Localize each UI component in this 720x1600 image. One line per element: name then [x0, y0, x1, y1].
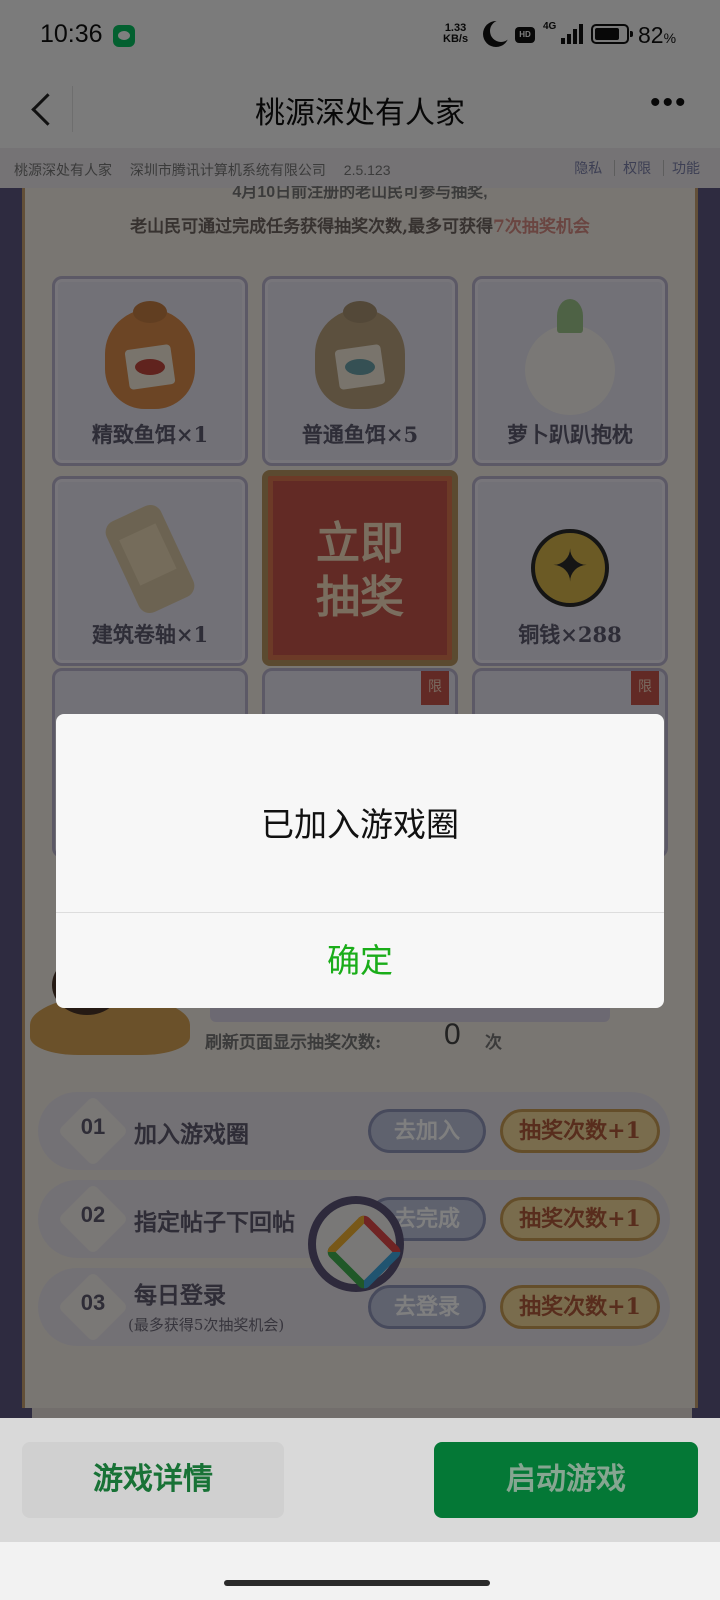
draw-now-button[interactable]: 立即 抽奖	[262, 470, 458, 666]
privacy-link[interactable]: 隐私	[566, 160, 610, 176]
network-speed-unit: KB/s	[443, 33, 469, 45]
limited-ribbon: 限	[631, 671, 659, 705]
task-number: 01	[80, 1114, 106, 1139]
more-options-icon[interactable]: •••	[650, 88, 690, 120]
app-name: 桃源深处有人家	[14, 162, 112, 178]
home-indicator[interactable]	[0, 1542, 720, 1600]
do-not-disturb-moon-icon	[490, 20, 512, 42]
battery-icon	[591, 24, 633, 44]
prize-copper-coins: 铜钱×288	[472, 476, 668, 666]
copper-coin-icon	[531, 529, 609, 607]
event-rules-note: 老山民可通过完成任务获得抽奖次数,最多可获得7次抽奖机会	[130, 217, 590, 237]
task-number: 03	[80, 1290, 106, 1315]
alert-dialog: 已加入游戏圈 确定	[56, 714, 664, 1008]
hd-icon: HD	[515, 27, 535, 43]
prize-fine-fish-bait: 精致鱼饵×1	[52, 276, 248, 466]
prize-label: 萝卜趴趴抱枕	[507, 422, 633, 447]
reward-badge: 抽奖次数+1	[500, 1285, 660, 1329]
bait-bag-icon	[105, 309, 195, 409]
join-circle-button[interactable]: 去加入	[368, 1109, 486, 1153]
login-button[interactable]: 去登录	[368, 1285, 486, 1329]
prize-building-scroll: 建筑卷轴×1	[52, 476, 248, 666]
prize-label: 建筑卷轴×1	[91, 622, 209, 647]
draw-count-value: 0	[444, 1018, 461, 1051]
refresh-count-label: 刷新页面显示抽奖次数:	[205, 1033, 382, 1053]
dialog-message: 已加入游戏圈	[261, 806, 459, 843]
prize-label: 普通鱼饵×5	[301, 422, 419, 447]
event-rules-line: 4月10日前注册的老山民可参与抽奖,	[232, 186, 488, 200]
draw-button-line1: 立即	[316, 518, 404, 569]
limited-ribbon: 限	[421, 671, 449, 705]
title-bar: 桃源深处有人家 •••	[0, 70, 720, 148]
prize-normal-fish-bait: 普通鱼饵×5	[262, 276, 458, 466]
network-speed: 1.33 KB/s	[443, 23, 468, 45]
app-version: 2.5.123	[343, 162, 391, 178]
draw-button-line2: 抽奖	[316, 572, 404, 623]
task-subtitle: (最多获得5次抽奖机会)	[128, 1316, 285, 1334]
status-bar: 10:36 1.33 KB/s HD 4G 82%	[0, 0, 720, 70]
reward-badge: 抽奖次数+1	[500, 1109, 660, 1153]
wechat-notification-icon	[113, 25, 135, 47]
reward-badge: 抽奖次数+1	[500, 1197, 660, 1241]
page-title: 桃源深处有人家	[255, 97, 465, 130]
draw-count-unit: 次	[485, 1033, 502, 1053]
scroll-icon	[101, 501, 199, 617]
network-type: 4G	[543, 21, 557, 32]
task-row-join-circle: 01 加入游戏圈 去加入 抽奖次数+1	[38, 1092, 670, 1170]
developer-name: 深圳市腾讯计算机系统有限公司	[129, 162, 326, 178]
status-time: 10:36	[40, 20, 103, 48]
app-info-bar: 桃源深处有人家 深圳市腾讯计算机系统有限公司 2.5.123 隐私 权限 功能	[0, 148, 720, 188]
cellular-signal-icon: 4G	[543, 22, 583, 46]
max-draws-highlight: 7次抽奖机会	[493, 217, 590, 237]
task-number: 02	[80, 1202, 106, 1227]
task-name: 每日登录	[134, 1282, 226, 1309]
battery-percentage: 82%	[638, 22, 677, 48]
game-logo-icon	[308, 1196, 404, 1292]
functions-link[interactable]: 功能	[663, 160, 708, 176]
permissions-link[interactable]: 权限	[614, 160, 660, 176]
task-name: 加入游戏圈	[134, 1121, 249, 1148]
bait-bag-icon	[315, 309, 405, 409]
prize-radish-pillow: 萝卜趴趴抱枕	[472, 276, 668, 466]
task-name: 指定帖子下回帖	[134, 1209, 295, 1236]
confirm-button[interactable]: 确定	[56, 913, 664, 1008]
radish-pillow-icon	[525, 299, 615, 415]
prize-label: 铜钱×288	[518, 622, 622, 647]
prize-label: 精致鱼饵×1	[91, 422, 209, 447]
